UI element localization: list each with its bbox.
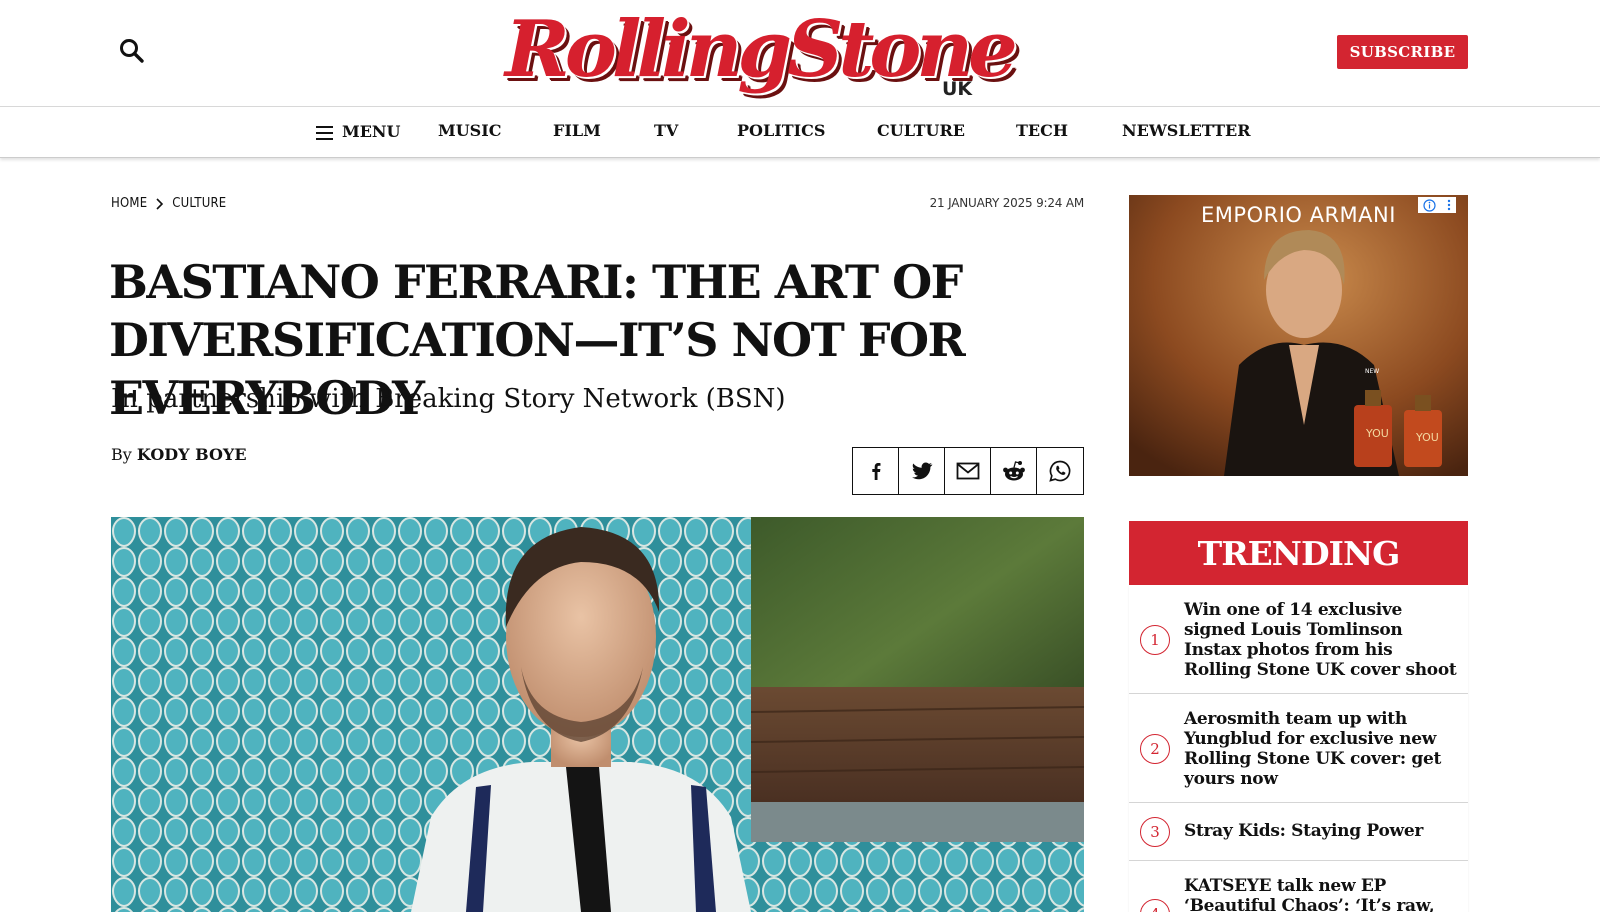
main-nav: MENU MUSIC FILM TV POLITICS CULTURE TECH…: [0, 107, 1600, 158]
twitter-icon: [911, 462, 932, 480]
nav-menu[interactable]: MENU: [342, 122, 400, 141]
trending-item[interactable]: 1 Win one of 14 exclusive signed Louis T…: [1129, 585, 1468, 694]
nav-item-music[interactable]: MUSIC: [438, 121, 501, 140]
subscribe-button[interactable]: SUBSCRIBE: [1337, 35, 1468, 69]
nav-item-tech[interactable]: TECH: [1016, 121, 1068, 140]
nav-item-film[interactable]: FILM: [553, 121, 601, 140]
trending-rank: 3: [1140, 817, 1170, 847]
share-whatsapp-button[interactable]: [1037, 448, 1083, 494]
share-bar: [852, 447, 1084, 495]
facebook-icon: [871, 463, 880, 480]
share-email-button[interactable]: [945, 448, 991, 494]
advertisement[interactable]: EMPORIO ARMANI YOU YOU NEW: [1129, 195, 1468, 476]
author-link[interactable]: KODY BOYE: [137, 445, 247, 464]
site-logo[interactable]: RollingStone UK: [505, 2, 1018, 102]
whatsapp-icon: [1049, 460, 1071, 482]
search-button[interactable]: [117, 36, 147, 66]
more-vertical-icon: [1447, 199, 1450, 211]
site-header: RollingStone UK SUBSCRIBE: [0, 0, 1600, 107]
ad-choices[interactable]: [1418, 197, 1456, 213]
breadcrumb: HOME CULTURE: [111, 196, 226, 211]
ad-bottle-label: YOU: [1366, 427, 1389, 440]
trending-item-title: Stray Kids: Staying Power: [1184, 821, 1424, 841]
trending-panel: TRENDING 1 Win one of 14 exclusive signe…: [1129, 521, 1468, 912]
article-subhead: In partnership with Breaking Story Netwo…: [111, 384, 786, 414]
trending-item[interactable]: 4 KATSEYE talk new EP ‘Beautiful Chaos’:…: [1129, 861, 1468, 912]
byline: By KODY BOYE: [111, 445, 247, 464]
trending-item-title: KATSEYE talk new EP ‘Beautiful Chaos’: ‘…: [1184, 876, 1435, 912]
chevron-right-icon: [156, 197, 164, 210]
trending-item-title: Win one of 14 exclusive signed Louis Tom…: [1184, 600, 1457, 680]
hamburger-icon[interactable]: [316, 126, 333, 140]
trending-rank: 2: [1140, 734, 1170, 764]
nav-item-culture[interactable]: CULTURE: [877, 121, 965, 140]
email-icon: [956, 462, 979, 480]
hero-image: [111, 517, 1084, 912]
reddit-icon: [1002, 461, 1025, 481]
share-reddit-button[interactable]: [991, 448, 1037, 494]
ad-new-label: NEW: [1365, 368, 1380, 375]
logo-wordmark: RollingStone: [505, 4, 1018, 95]
trending-item[interactable]: 3 Stray Kids: Staying Power: [1129, 803, 1468, 861]
trending-item[interactable]: 2 Aerosmith team up with Yungblud for ex…: [1129, 694, 1468, 803]
nav-item-newsletter[interactable]: NEWSLETTER: [1122, 121, 1251, 140]
share-twitter-button[interactable]: [899, 448, 945, 494]
nav-item-tv[interactable]: TV: [654, 121, 678, 140]
breadcrumb-home[interactable]: HOME: [111, 196, 147, 211]
share-facebook-button[interactable]: [853, 448, 899, 494]
trending-rank: 1: [1140, 625, 1170, 655]
trending-rank: 4: [1140, 899, 1170, 912]
byline-prefix: By: [111, 445, 132, 464]
search-icon: [120, 39, 144, 63]
ad-bottle-label-2: YOU: [1416, 431, 1439, 444]
logo-region: UK: [942, 78, 973, 100]
trending-title: TRENDING: [1129, 521, 1468, 585]
info-icon: [1423, 198, 1436, 212]
breadcrumb-culture[interactable]: CULTURE: [172, 196, 226, 211]
publish-date: 21 JANUARY 2025 9:24 AM: [929, 196, 1085, 210]
trending-item-title: Aerosmith team up with Yungblud for excl…: [1184, 709, 1442, 789]
nav-item-politics[interactable]: POLITICS: [737, 121, 825, 140]
